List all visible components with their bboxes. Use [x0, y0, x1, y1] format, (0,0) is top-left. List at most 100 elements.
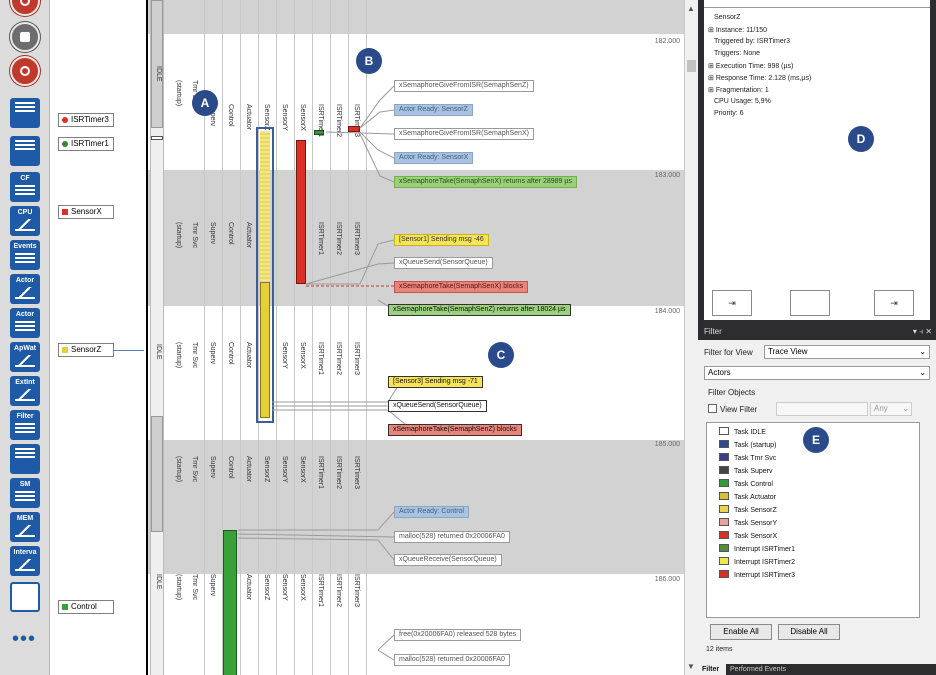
color-swatch [719, 453, 729, 461]
actor-label-text: Control [71, 602, 97, 611]
detail-line[interactable]: ⊞ Response Time: 2.128 (ms,µs) [708, 74, 811, 82]
tab-performed-events[interactable]: Performed Events [726, 664, 936, 675]
filter-button[interactable]: Filter [10, 410, 40, 440]
color-swatch [719, 557, 729, 565]
actor-label-sensorz[interactable]: SensorZ [58, 343, 114, 357]
event-label[interactable]: xQueueReceive(SensorQueue) [394, 554, 502, 566]
view-filter-checkbox[interactable]: View Filter [708, 404, 757, 414]
actor-list-button[interactable]: Actor [10, 308, 40, 338]
grid-icon [15, 102, 35, 114]
view-filter-input[interactable] [776, 402, 868, 416]
details-center-button[interactable] [790, 290, 830, 316]
detail-text: Instance: 11/150 [715, 27, 768, 34]
detail-line[interactable]: ⊞ Fragmentation: 1 [708, 86, 769, 94]
filter-objects-label: Filter Objects [708, 388, 756, 397]
filter-item[interactable]: Task IDLE [719, 427, 766, 436]
event-label[interactable]: xSemaphoreGiveFromISR(SemaphSenX) [394, 128, 534, 140]
event-label[interactable]: [Sensor3] Sending msg -71 [388, 376, 483, 388]
event-label[interactable]: [Sensor1] Sending msg -46 [394, 234, 489, 246]
event-label[interactable]: Actor Ready: Control [394, 506, 469, 518]
filter-item-label: Task (startup) [734, 442, 777, 449]
events-button[interactable]: Events [10, 240, 40, 270]
filter-item[interactable]: Task Control [719, 479, 773, 488]
state-machines-button[interactable]: SM [10, 478, 40, 508]
filter-item-label: Task IDLE [734, 429, 766, 436]
event-label[interactable]: malloc(528) returned 0x20006FA0 [394, 654, 510, 666]
view-filter-any-select[interactable]: Any ⌄ [870, 402, 912, 416]
filter-item[interactable]: Task SensorZ [719, 505, 777, 514]
expand-icon: ⊞ [708, 63, 716, 70]
actor-graph-button[interactable]: Actor [10, 274, 40, 304]
filter-item[interactable]: Task Tmr Svc [719, 453, 776, 462]
event-label[interactable]: xSemaphoreTake(SemaphSenZ) blocks [388, 424, 522, 436]
event-label[interactable]: xQueueSend(SensorQueue) [388, 400, 487, 412]
event-label[interactable]: Actor Ready: SensorX [394, 152, 474, 164]
trace-view-button[interactable] [10, 136, 40, 166]
instances-button[interactable] [10, 444, 40, 474]
cpu-load-button[interactable]: CPU [10, 206, 40, 236]
filter-for-view-select[interactable]: Trace View ⌄ [764, 345, 930, 359]
actor-label-isrtimer1[interactable]: ISRTimer1 [58, 137, 114, 151]
filter-item-label: Interrupt ISRTimer1 [734, 546, 796, 553]
cpu-graph-icon [15, 219, 35, 231]
extint-button[interactable]: ExtInt [10, 376, 40, 406]
filter-item[interactable]: Task SensorX [719, 531, 777, 540]
detail-line[interactable]: ⊞ Instance: 11/150 [708, 26, 767, 34]
list-icon [15, 423, 35, 435]
scroll-down-icon[interactable]: ▼ [687, 662, 695, 671]
cpu-flow-button[interactable]: CF [10, 172, 40, 202]
actor-label-isrtimer3[interactable]: ISRTimer3 [58, 113, 114, 127]
event-label[interactable]: malloc(528) returned 0x20006FA0 [394, 531, 510, 543]
filter-item[interactable]: Interrupt ISRTimer3 [719, 570, 795, 579]
intervals-button[interactable]: Interva [10, 546, 40, 576]
trace-scrollbar[interactable]: ▲ ▼ [684, 0, 698, 675]
actor-label-sensorx[interactable]: SensorX [58, 205, 114, 219]
filter-item[interactable]: Interrupt ISRTimer2 [719, 557, 795, 566]
stop-button[interactable] [10, 22, 40, 52]
color-swatch [719, 544, 729, 552]
filter-item-label: Task Superv [734, 468, 773, 475]
record-button[interactable] [10, 0, 40, 16]
dashboard-button[interactable] [10, 98, 40, 128]
scroll-up-icon[interactable]: ▲ [687, 4, 695, 13]
memory-button[interactable]: MEM [10, 512, 40, 542]
filter-item[interactable]: Task Superv [719, 466, 773, 475]
app-watch-button[interactable]: ApWat [10, 342, 40, 372]
expand-icon: ⊞ [708, 87, 716, 94]
filter-object-list[interactable]: Task IDLE Task (startup) Task Tmr Svc Ta… [706, 422, 920, 618]
filter-item-label: Interrupt ISRTimer3 [734, 572, 796, 579]
filter-item[interactable]: Task (startup) [719, 440, 776, 449]
event-label[interactable]: xSemaphoreGiveFromISR(SemaphSenZ) [394, 80, 534, 92]
event-label[interactable]: xSemaphoreTake(SemaphSenX) blocks [394, 281, 529, 293]
event-label[interactable]: xQueueSend(SensorQueue) [394, 257, 493, 269]
graph-icon [15, 389, 35, 401]
actor-label-text: ISRTimer1 [71, 139, 109, 148]
scroll-thumb[interactable] [687, 60, 696, 72]
detail-line: CPU Usage: 5,9% [714, 98, 771, 105]
panel-controls-icon[interactable]: ▾ ⫞ ✕ [913, 324, 932, 340]
enable-all-button[interactable]: Enable All [710, 624, 772, 640]
filter-item[interactable]: Task SensorY [719, 518, 777, 527]
blank-view-button[interactable] [10, 582, 40, 612]
filter-item[interactable]: Task Actuator [719, 492, 776, 501]
item-count: 12 items [706, 646, 733, 653]
navigate-next-button[interactable]: ⇥ [874, 290, 914, 316]
chevron-down-icon: ⌄ [919, 347, 926, 356]
event-label[interactable]: free(0x20006FA0) released 528 bytes [394, 629, 522, 641]
disable-all-button[interactable]: Disable All [778, 624, 840, 640]
event-label[interactable]: xSemaphoreTake(SemaphSenZ) returns after… [388, 304, 571, 316]
filter-item[interactable]: Interrupt ISRTimer1 [719, 544, 795, 553]
cf-label: CF [20, 175, 30, 182]
trace-view[interactable]: IDLE (startup) Tmr Svc Superv Control Ac… [146, 0, 684, 675]
select-value: Any [874, 404, 888, 413]
detail-line[interactable]: ⊞ Execution Time: 998 (µs) [708, 62, 793, 70]
navigate-prev-button[interactable]: ⇥ [712, 290, 752, 316]
filter-title: Filter [704, 327, 722, 336]
actor-label-control[interactable]: Control [58, 600, 114, 614]
more-icon[interactable]: ••• [12, 628, 36, 651]
event-label[interactable]: xSemaphoreTake(SemaphSenX) returns after… [394, 176, 577, 188]
tab-filter[interactable]: Filter [698, 664, 724, 675]
snapshot-button[interactable] [10, 56, 40, 86]
filter-category-select[interactable]: Actors ⌄ [704, 366, 930, 380]
event-label[interactable]: Actor Ready: SensorZ [394, 104, 473, 116]
